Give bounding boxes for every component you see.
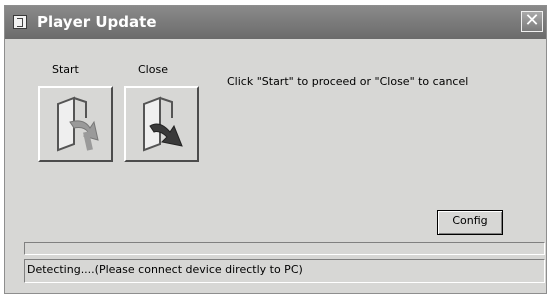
instruction-text: Click "Start" to proceed or "Close" to c… (227, 75, 469, 88)
app-icon (13, 15, 27, 29)
close-button[interactable] (124, 86, 199, 162)
window-title: Player Update (37, 13, 157, 31)
player-update-dialog: Player Update ✕ Start Close Click "Start… (4, 5, 547, 294)
start-button[interactable] (38, 86, 113, 162)
start-label: Start (52, 63, 79, 76)
close-label: Close (138, 63, 168, 76)
close-window-button[interactable]: ✕ (521, 11, 543, 32)
progress-bar (24, 242, 545, 255)
status-bar: Detecting....(Please connect device dire… (24, 259, 545, 283)
exit-door-arrow-icon (143, 96, 183, 152)
title-bar[interactable]: Player Update ✕ (5, 6, 546, 39)
config-button[interactable]: Config (437, 210, 503, 235)
open-door-arrow-icon (57, 96, 99, 152)
